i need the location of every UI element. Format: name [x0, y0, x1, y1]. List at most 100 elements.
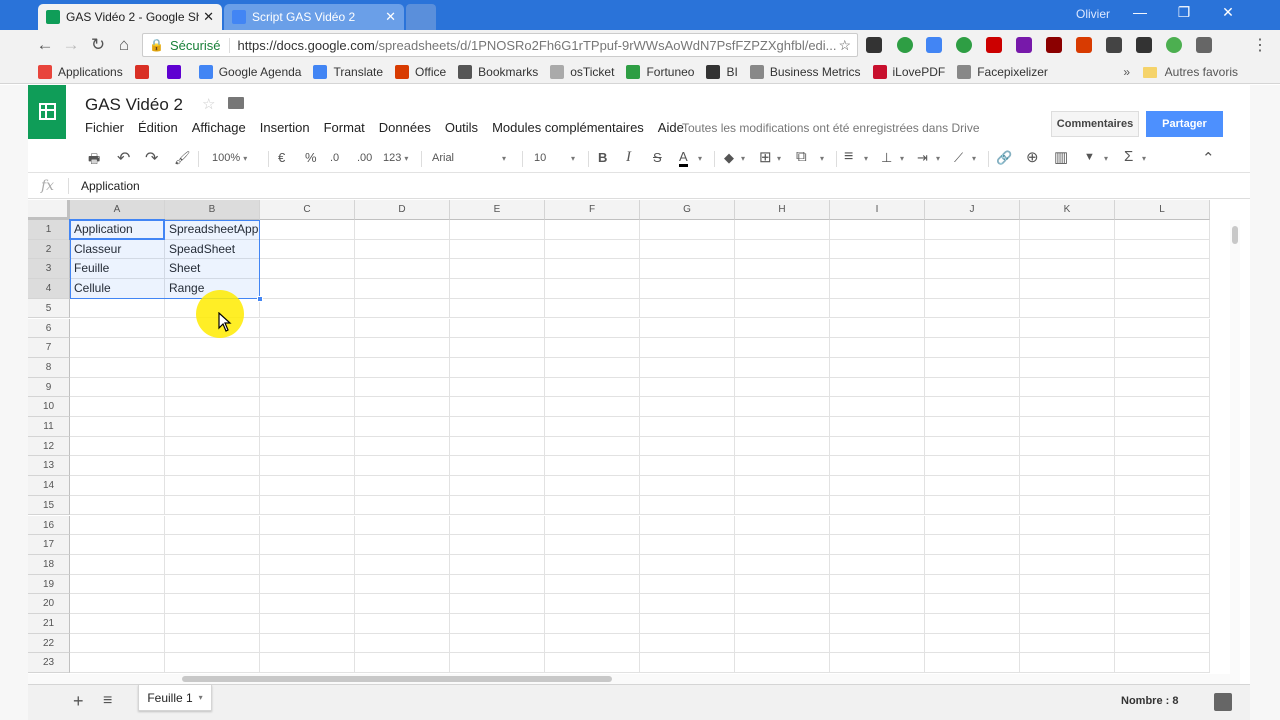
- cell[interactable]: [70, 594, 165, 614]
- cell[interactable]: [450, 397, 545, 417]
- cell[interactable]: [450, 476, 545, 496]
- cell[interactable]: [260, 614, 355, 634]
- cell[interactable]: [925, 653, 1020, 674]
- decrease-decimal-button[interactable]: .0: [330, 152, 339, 164]
- cell[interactable]: [70, 515, 165, 536]
- cell[interactable]: [830, 653, 925, 674]
- cell[interactable]: [355, 338, 450, 358]
- star-icon[interactable]: ☆: [202, 95, 215, 113]
- cell[interactable]: [1020, 495, 1115, 516]
- cell[interactable]: [830, 495, 925, 516]
- cell[interactable]: [355, 357, 450, 378]
- cell[interactable]: [450, 417, 545, 437]
- strikethrough-button[interactable]: S: [653, 150, 662, 165]
- row-header[interactable]: 10: [28, 397, 70, 417]
- bookmark-item[interactable]: BI: [706, 64, 738, 79]
- row-header[interactable]: 9: [28, 377, 70, 398]
- bookmark-item[interactable]: Applications: [38, 64, 123, 79]
- cell[interactable]: [640, 417, 735, 437]
- explore-icon[interactable]: [1214, 693, 1232, 711]
- cell[interactable]: [735, 594, 830, 614]
- cell[interactable]: [70, 417, 165, 437]
- restore-button[interactable]: ❐: [1164, 4, 1204, 21]
- cell[interactable]: [925, 417, 1020, 437]
- cell[interactable]: [165, 417, 260, 437]
- cell[interactable]: [165, 495, 260, 516]
- cell[interactable]: [640, 633, 735, 654]
- cell[interactable]: [545, 614, 640, 634]
- cell[interactable]: [925, 436, 1020, 457]
- column-header[interactable]: E: [450, 200, 545, 220]
- cell[interactable]: [1115, 220, 1210, 240]
- cell[interactable]: [165, 633, 260, 654]
- font-family-select[interactable]: Arial: [432, 152, 512, 164]
- cell[interactable]: [545, 476, 640, 496]
- cell[interactable]: [640, 436, 735, 457]
- cell[interactable]: [640, 239, 735, 260]
- cell[interactable]: [1115, 279, 1210, 299]
- cell[interactable]: [925, 298, 1020, 319]
- cell[interactable]: [450, 377, 545, 398]
- bookmark-star-icon[interactable]: ☆: [838, 37, 851, 54]
- cell[interactable]: [355, 554, 450, 575]
- cell[interactable]: [925, 220, 1020, 240]
- cell[interactable]: [260, 298, 355, 319]
- cell[interactable]: [735, 535, 830, 555]
- cell[interactable]: [830, 279, 925, 299]
- cell[interactable]: [640, 574, 735, 595]
- bookmark-item[interactable]: Bookmarks: [458, 64, 538, 79]
- cell[interactable]: [545, 574, 640, 595]
- cell[interactable]: [260, 594, 355, 614]
- reload-button[interactable]: ↻: [87, 35, 109, 55]
- cell[interactable]: [355, 318, 450, 339]
- cell[interactable]: [640, 298, 735, 319]
- redo-icon[interactable]: ↷: [145, 148, 158, 168]
- cell[interactable]: [450, 614, 545, 634]
- cell[interactable]: [355, 279, 450, 299]
- cell[interactable]: [735, 298, 830, 319]
- cell[interactable]: [165, 436, 260, 457]
- cell[interactable]: [165, 594, 260, 614]
- cell[interactable]: [1020, 594, 1115, 614]
- bookmark-item[interactable]: [134, 64, 155, 79]
- cell[interactable]: [70, 535, 165, 555]
- cell[interactable]: [545, 436, 640, 457]
- chrome-extension-icon[interactable]: [1166, 37, 1182, 53]
- row-header[interactable]: 23: [28, 653, 70, 674]
- column-header[interactable]: F: [545, 200, 640, 220]
- cell[interactable]: [1020, 397, 1115, 417]
- cell[interactable]: [1020, 357, 1115, 378]
- row-header[interactable]: 15: [28, 495, 70, 516]
- cell[interactable]: [1115, 377, 1210, 398]
- cell[interactable]: [450, 554, 545, 575]
- cell[interactable]: [450, 515, 545, 536]
- cell[interactable]: [830, 338, 925, 358]
- row-header[interactable]: 3: [28, 259, 70, 280]
- close-icon[interactable]: ✕: [203, 9, 214, 25]
- cell[interactable]: [640, 377, 735, 398]
- cell[interactable]: [735, 476, 830, 496]
- cell[interactable]: [640, 318, 735, 339]
- cell[interactable]: [640, 495, 735, 516]
- cell[interactable]: [545, 594, 640, 614]
- row-header[interactable]: 21: [28, 614, 70, 634]
- cell[interactable]: [1020, 318, 1115, 339]
- menu-item[interactable]: Fichier: [85, 120, 124, 135]
- cell[interactable]: [925, 279, 1020, 299]
- cell[interactable]: [260, 377, 355, 398]
- bookmark-item[interactable]: Business Metrics: [749, 64, 861, 79]
- cell[interactable]: [1020, 476, 1115, 496]
- cell[interactable]: [735, 397, 830, 417]
- cell[interactable]: [355, 574, 450, 595]
- cell[interactable]: [640, 554, 735, 575]
- menu-item[interactable]: Données: [379, 120, 431, 135]
- cell[interactable]: [830, 220, 925, 240]
- cell[interactable]: [545, 653, 640, 674]
- cell[interactable]: [1020, 456, 1115, 477]
- cell[interactable]: [830, 357, 925, 378]
- cell[interactable]: [260, 279, 355, 299]
- cell[interactable]: [1115, 357, 1210, 378]
- close-icon[interactable]: ✕: [385, 9, 396, 25]
- cell[interactable]: [830, 476, 925, 496]
- extension-icon[interactable]: [1046, 37, 1062, 53]
